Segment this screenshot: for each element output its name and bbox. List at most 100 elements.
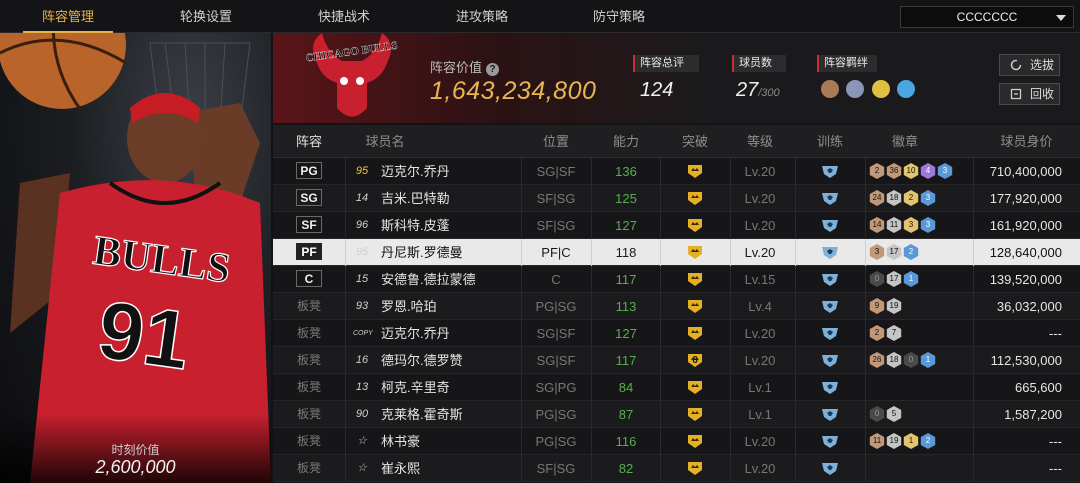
lineup-slot[interactable]: 板凳 bbox=[273, 455, 345, 482]
player-name[interactable]: 柯克.辛里奇 bbox=[381, 374, 450, 401]
training-icon[interactable] bbox=[821, 191, 839, 206]
lineup-slot[interactable]: 板凳 bbox=[273, 347, 345, 374]
table-row[interactable]: C 15 安德鲁.德拉蒙德 C 117 Lv.15 0 17 1 139,520,000 bbox=[273, 266, 1080, 293]
badge-icon: 11 bbox=[886, 217, 902, 233]
lineup-slot[interactable]: 板凳 bbox=[273, 428, 345, 455]
player-badges[interactable]: 0 17 1 bbox=[869, 271, 920, 288]
table-row[interactable]: SF 96 斯科特.皮蓬 SF|SG 127 Lv.20 14 11 3 3 161,920,000 bbox=[273, 212, 1080, 239]
col-worth[interactable]: 球员身价 bbox=[973, 125, 1080, 158]
breakthrough-icon[interactable] bbox=[687, 434, 703, 449]
column-divider bbox=[865, 347, 866, 374]
player-name[interactable]: 吉米.巴特勒 bbox=[381, 185, 450, 212]
lineup-slot[interactable]: C bbox=[273, 266, 345, 293]
tab-defense-strategy[interactable]: 防守策略 bbox=[574, 0, 664, 33]
bond-icon-blue[interactable] bbox=[897, 80, 916, 98]
breakthrough-icon[interactable] bbox=[687, 272, 703, 287]
breakthrough-icon[interactable] bbox=[687, 164, 703, 179]
lineup-slot[interactable]: PG bbox=[273, 158, 345, 185]
table-row[interactable]: PF 95 丹尼斯.罗德曼 PF|C 118 Lv.20 3 17 2 128,640,000 bbox=[273, 239, 1080, 266]
player-name[interactable]: 罗恩.哈珀 bbox=[381, 293, 437, 320]
table-row[interactable]: 板凳 16 德玛尔.德罗赞 SG|SF 117 6 Lv.20 26 18 0 1 112,530,0… bbox=[273, 347, 1080, 374]
table-row[interactable]: 板凳 90 克莱格.霍奇斯 PG|SG 87 Lv.1 0 5 1,587,200 bbox=[273, 401, 1080, 428]
tab-offense-strategy[interactable]: 进攻策略 bbox=[437, 0, 527, 33]
training-icon[interactable] bbox=[821, 461, 839, 476]
table-row[interactable]: 板凳 93 罗恩.哈珀 PG|SG 113 Lv.4 9 19 36,032,000 bbox=[273, 293, 1080, 320]
bond-icon-gold[interactable] bbox=[871, 80, 890, 98]
help-icon[interactable]: ? bbox=[486, 63, 500, 76]
tab-rotation-settings[interactable]: 轮换设置 bbox=[161, 0, 251, 33]
player-name[interactable]: 克莱格.霍奇斯 bbox=[381, 401, 463, 428]
player-portrait-image: BULLS 91 bbox=[0, 33, 271, 483]
breakthrough-icon[interactable] bbox=[687, 461, 703, 476]
player-badges[interactable]: 27 bbox=[869, 325, 903, 342]
player-badges[interactable]: 2 36 10 4 3 bbox=[869, 163, 954, 180]
col-badges[interactable]: 徽章 bbox=[865, 125, 945, 158]
bond-icons[interactable] bbox=[821, 80, 918, 103]
training-icon[interactable] bbox=[821, 407, 839, 422]
player-name[interactable]: 德玛尔.德罗赞 bbox=[381, 347, 463, 374]
col-ability[interactable]: 能力 bbox=[591, 125, 661, 158]
breakthrough-icon[interactable] bbox=[687, 407, 703, 422]
lineup-slot[interactable]: PF bbox=[273, 239, 345, 266]
account-dropdown[interactable]: CCCCCCC bbox=[900, 6, 1074, 28]
player-name[interactable]: 崔永熙 bbox=[381, 455, 420, 482]
lineup-slot[interactable]: 板凳 bbox=[273, 401, 345, 428]
col-position[interactable]: 位置 bbox=[521, 125, 591, 158]
training-icon[interactable] bbox=[821, 434, 839, 449]
training-icon[interactable] bbox=[821, 299, 839, 314]
lineup-slot[interactable]: 板凳 bbox=[273, 320, 345, 347]
player-worth: 161,920,000 bbox=[989, 218, 1062, 233]
col-lineup[interactable]: 阵容 bbox=[273, 125, 345, 158]
player-badges[interactable]: 14 11 3 3 bbox=[869, 217, 937, 234]
lineup-slot[interactable]: SF bbox=[273, 212, 345, 239]
player-name[interactable]: 丹尼斯.罗德曼 bbox=[381, 239, 463, 266]
breakthrough-icon[interactable] bbox=[687, 191, 703, 206]
table-row[interactable]: PG 95 迈克尔.乔丹 SG|SF 136 Lv.20 2 36 10 4 3 710,400,00… bbox=[273, 158, 1080, 185]
moment-value-label: 时刻价值 bbox=[111, 443, 160, 457]
lineup-slot-label: 板凳 bbox=[296, 326, 321, 340]
table-row[interactable]: 板凳 ☆ 林书豪 PG|SG 116 Lv.20 11 19 1 2 --- bbox=[273, 428, 1080, 455]
training-icon[interactable] bbox=[821, 326, 839, 341]
col-breakthrough[interactable]: 突破 bbox=[660, 125, 730, 158]
col-training[interactable]: 训练 bbox=[795, 125, 865, 158]
breakthrough-icon[interactable] bbox=[687, 326, 703, 341]
player-hero-panel[interactable]: BULLS 91 时刻价值 2,600,000 bbox=[0, 33, 271, 483]
player-badges[interactable]: 3 17 2 bbox=[869, 244, 920, 261]
player-badges[interactable]: 11 19 1 2 bbox=[869, 433, 937, 450]
player-name[interactable]: 迈克尔.乔丹 bbox=[381, 320, 450, 347]
table-row[interactable]: 板凳 COPY 迈克尔.乔丹 SG|SF 127 Lv.20 2 7 --- bbox=[273, 320, 1080, 347]
table-row[interactable]: 板凳 ☆ 崔永熙 SF|SG 82 Lv.20 --- bbox=[273, 455, 1080, 482]
breakthrough-icon[interactable] bbox=[687, 245, 703, 260]
player-name[interactable]: 林书豪 bbox=[381, 428, 420, 455]
player-position: SF|SG bbox=[536, 191, 576, 206]
training-icon[interactable] bbox=[821, 380, 839, 395]
table-row[interactable]: SG 14 吉米.巴特勒 SF|SG 125 Lv.20 24 18 2 3 177,920,000 bbox=[273, 185, 1080, 212]
player-name[interactable]: 迈克尔.乔丹 bbox=[381, 158, 450, 185]
select-button[interactable]: 选拔 bbox=[999, 54, 1060, 76]
col-level[interactable]: 等级 bbox=[725, 125, 795, 158]
training-icon[interactable] bbox=[821, 218, 839, 233]
breakthrough-icon[interactable] bbox=[687, 218, 703, 233]
training-icon[interactable] bbox=[821, 272, 839, 287]
player-badges[interactable]: 24 18 2 3 bbox=[869, 190, 937, 207]
lineup-slot[interactable]: SG bbox=[273, 185, 345, 212]
lineup-slot[interactable]: 板凳 bbox=[273, 293, 345, 320]
training-icon[interactable] bbox=[821, 353, 839, 368]
player-badges[interactable]: 26 18 0 1 bbox=[869, 352, 937, 369]
tab-lineup-management[interactable]: 阵容管理 bbox=[23, 0, 113, 33]
breakthrough-icon[interactable] bbox=[687, 380, 703, 395]
recycle-button[interactable]: 回收 bbox=[999, 83, 1060, 105]
bond-icon-silver[interactable] bbox=[846, 80, 865, 98]
tab-quick-tactics[interactable]: 快捷战术 bbox=[299, 0, 389, 33]
training-icon[interactable] bbox=[821, 164, 839, 179]
player-name[interactable]: 斯科特.皮蓬 bbox=[381, 212, 450, 239]
lineup-slot[interactable]: 板凳 bbox=[273, 374, 345, 401]
player-name[interactable]: 安德鲁.德拉蒙德 bbox=[381, 266, 476, 293]
table-row[interactable]: 板凳 13 柯克.辛里奇 SG|PG 84 Lv.1 665,600 bbox=[273, 374, 1080, 401]
training-icon[interactable] bbox=[821, 245, 839, 260]
col-name[interactable]: 球员名 bbox=[355, 125, 415, 158]
player-badges[interactable]: 05 bbox=[869, 406, 903, 423]
bond-icon-bronze[interactable] bbox=[821, 80, 839, 98]
breakthrough-icon[interactable] bbox=[687, 299, 703, 314]
player-badges[interactable]: 9 19 bbox=[869, 298, 903, 315]
